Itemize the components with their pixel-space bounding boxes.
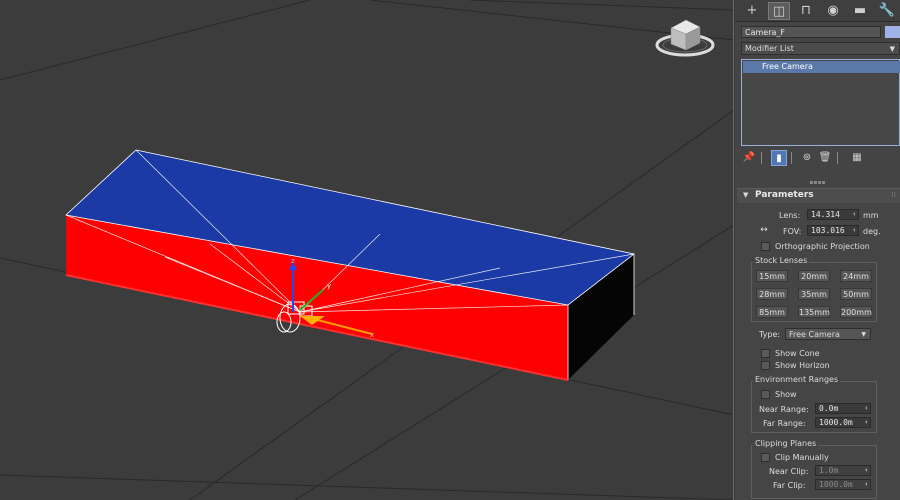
lens-button-35mm[interactable]: 35mm [798,288,830,300]
toolbar-separator [791,152,792,164]
lens-label: Lens: [779,211,801,220]
lens-button-85mm[interactable]: 85mm [756,306,788,318]
lens-button-24mm[interactable]: 24mm [840,270,872,282]
stack-toolbar: 📌 ▮ ⊛ 🗑 ▦ [741,150,900,166]
far-range-label: Far Range: [763,419,806,428]
modify-icon[interactable]: ◫ [768,2,790,20]
parameters-rollout-header[interactable]: ▼ Parameters ⁞⁞ [737,189,900,203]
near-range-value: 0.0m [819,404,839,413]
clip-manually-checkbox[interactable] [761,453,770,462]
gizmo-y-label: y [327,282,331,290]
far-clip-value: 1000.0m [819,480,853,489]
show-cone-checkbox[interactable] [761,349,770,358]
stack-item-free-camera[interactable]: Free Camera [743,61,900,73]
fov-label: FOV: [783,227,802,236]
lens-button-50mm[interactable]: 50mm [840,288,872,300]
perspective-viewport[interactable]: z y x [0,0,734,500]
toolbar-separator [837,152,838,164]
far-range-value: 1000.0m [819,418,853,427]
spinner-arrows-icon[interactable]: ⬍ [864,418,868,428]
viewcube-icon[interactable] [655,19,715,57]
object-color-swatch[interactable] [885,26,900,38]
environment-ranges-title: Environment Ranges [753,375,841,384]
make-unique-icon[interactable]: ⊛ [799,150,815,166]
parameters-title: Parameters [755,190,814,200]
camera-type-value: Free Camera [789,330,840,339]
lens-button-135mm[interactable]: 135mm [798,306,830,318]
spinner-arrows-icon[interactable]: ⬍ [852,210,856,220]
modifier-list-label: Modifier List [745,44,794,53]
spinner-arrows-icon[interactable]: ⬍ [852,226,856,236]
utilities-icon[interactable]: 🔧 [876,2,898,20]
command-panel: + ◫ ⊓ ◉ ▬ 🔧 Camera_F Modifier List ▼ Fre… [735,0,900,500]
lens-button-20mm[interactable]: 20mm [798,270,830,282]
spinner-arrows-icon[interactable]: ⬍ [864,480,868,490]
chevron-down-icon: ▼ [861,331,866,338]
hierarchy-icon[interactable]: ⊓ [795,2,817,20]
spinner-arrows-icon[interactable]: ⬍ [864,466,868,476]
type-label: Type: [759,330,781,339]
near-clip-label: Near Clip: [769,467,809,476]
motion-icon[interactable]: ◉ [822,2,844,20]
near-clip-value: 1.0m [819,466,839,475]
near-clip-spinner[interactable]: 1.0m ⬍ [815,465,871,476]
env-show-checkbox[interactable] [761,390,770,399]
stock-lenses-title: Stock Lenses [753,256,810,265]
chevron-down-icon: ▼ [889,45,895,53]
orthographic-checkbox[interactable] [761,242,770,251]
lens-value: 14.314 [811,210,840,219]
show-cone-label: Show Cone [775,349,820,358]
viewport-scene: z y x [0,0,733,500]
spinner-arrows-icon[interactable]: ⬍ [864,404,868,414]
object-name-field[interactable]: Camera_F [741,26,881,38]
gizmo-z-label: z [291,257,295,265]
lens-unit: mm [863,211,879,220]
remove-modifier-icon[interactable]: 🗑 [817,150,833,166]
far-clip-label: Far Clip: [773,481,806,490]
create-icon[interactable]: + [741,2,763,20]
lens-button-200mm[interactable]: 200mm [840,306,872,318]
clipping-planes-title: Clipping Planes [753,439,819,448]
modifier-list-dropdown[interactable]: Modifier List ▼ [741,42,900,55]
clip-manually-label: Clip Manually [775,453,829,462]
pin-stack-icon[interactable]: 📌 [741,150,757,166]
command-panel-tabs: + ◫ ⊓ ◉ ▬ 🔧 [735,0,900,22]
far-clip-spinner[interactable]: 1000.0m ⬍ [815,479,871,490]
camera-type-dropdown[interactable]: Free Camera ▼ [785,328,871,340]
near-range-label: Near Range: [759,405,809,414]
panel-resize-handle[interactable]: ▪▪▪▪ [735,180,900,186]
gizmo-x-label: x [370,331,374,339]
parameters-rollout: ▼ Parameters ⁞⁞ Lens: 14.314 ⬍ mm ↔ FOV:… [737,188,900,500]
fov-direction-icon[interactable]: ↔ [757,225,771,236]
orthographic-label: Orthographic Projection [775,242,870,251]
far-range-spinner[interactable]: 1000.0m ⬍ [815,417,871,428]
collapse-triangle-icon: ▼ [743,191,749,199]
drag-handle-icon[interactable]: ⁞⁞ [892,191,896,199]
fov-spinner[interactable]: 103.016 ⬍ [807,225,859,236]
lens-spinner[interactable]: 14.314 ⬍ [807,209,859,220]
env-show-label: Show [775,390,797,399]
fov-value: 103.016 [811,226,845,235]
toolbar-separator [761,152,762,164]
show-end-result-icon[interactable]: ▮ [771,150,787,166]
show-horizon-checkbox[interactable] [761,361,770,370]
modifier-stack[interactable]: Free Camera [741,59,900,146]
lens-button-15mm[interactable]: 15mm [756,270,788,282]
lens-button-28mm[interactable]: 28mm [756,288,788,300]
configure-sets-icon[interactable]: ▦ [849,150,865,166]
near-range-spinner[interactable]: 0.0m ⬍ [815,403,871,414]
fov-unit: deg. [863,227,881,236]
show-horizon-label: Show Horizon [775,361,830,370]
display-icon[interactable]: ▬ [849,2,871,20]
